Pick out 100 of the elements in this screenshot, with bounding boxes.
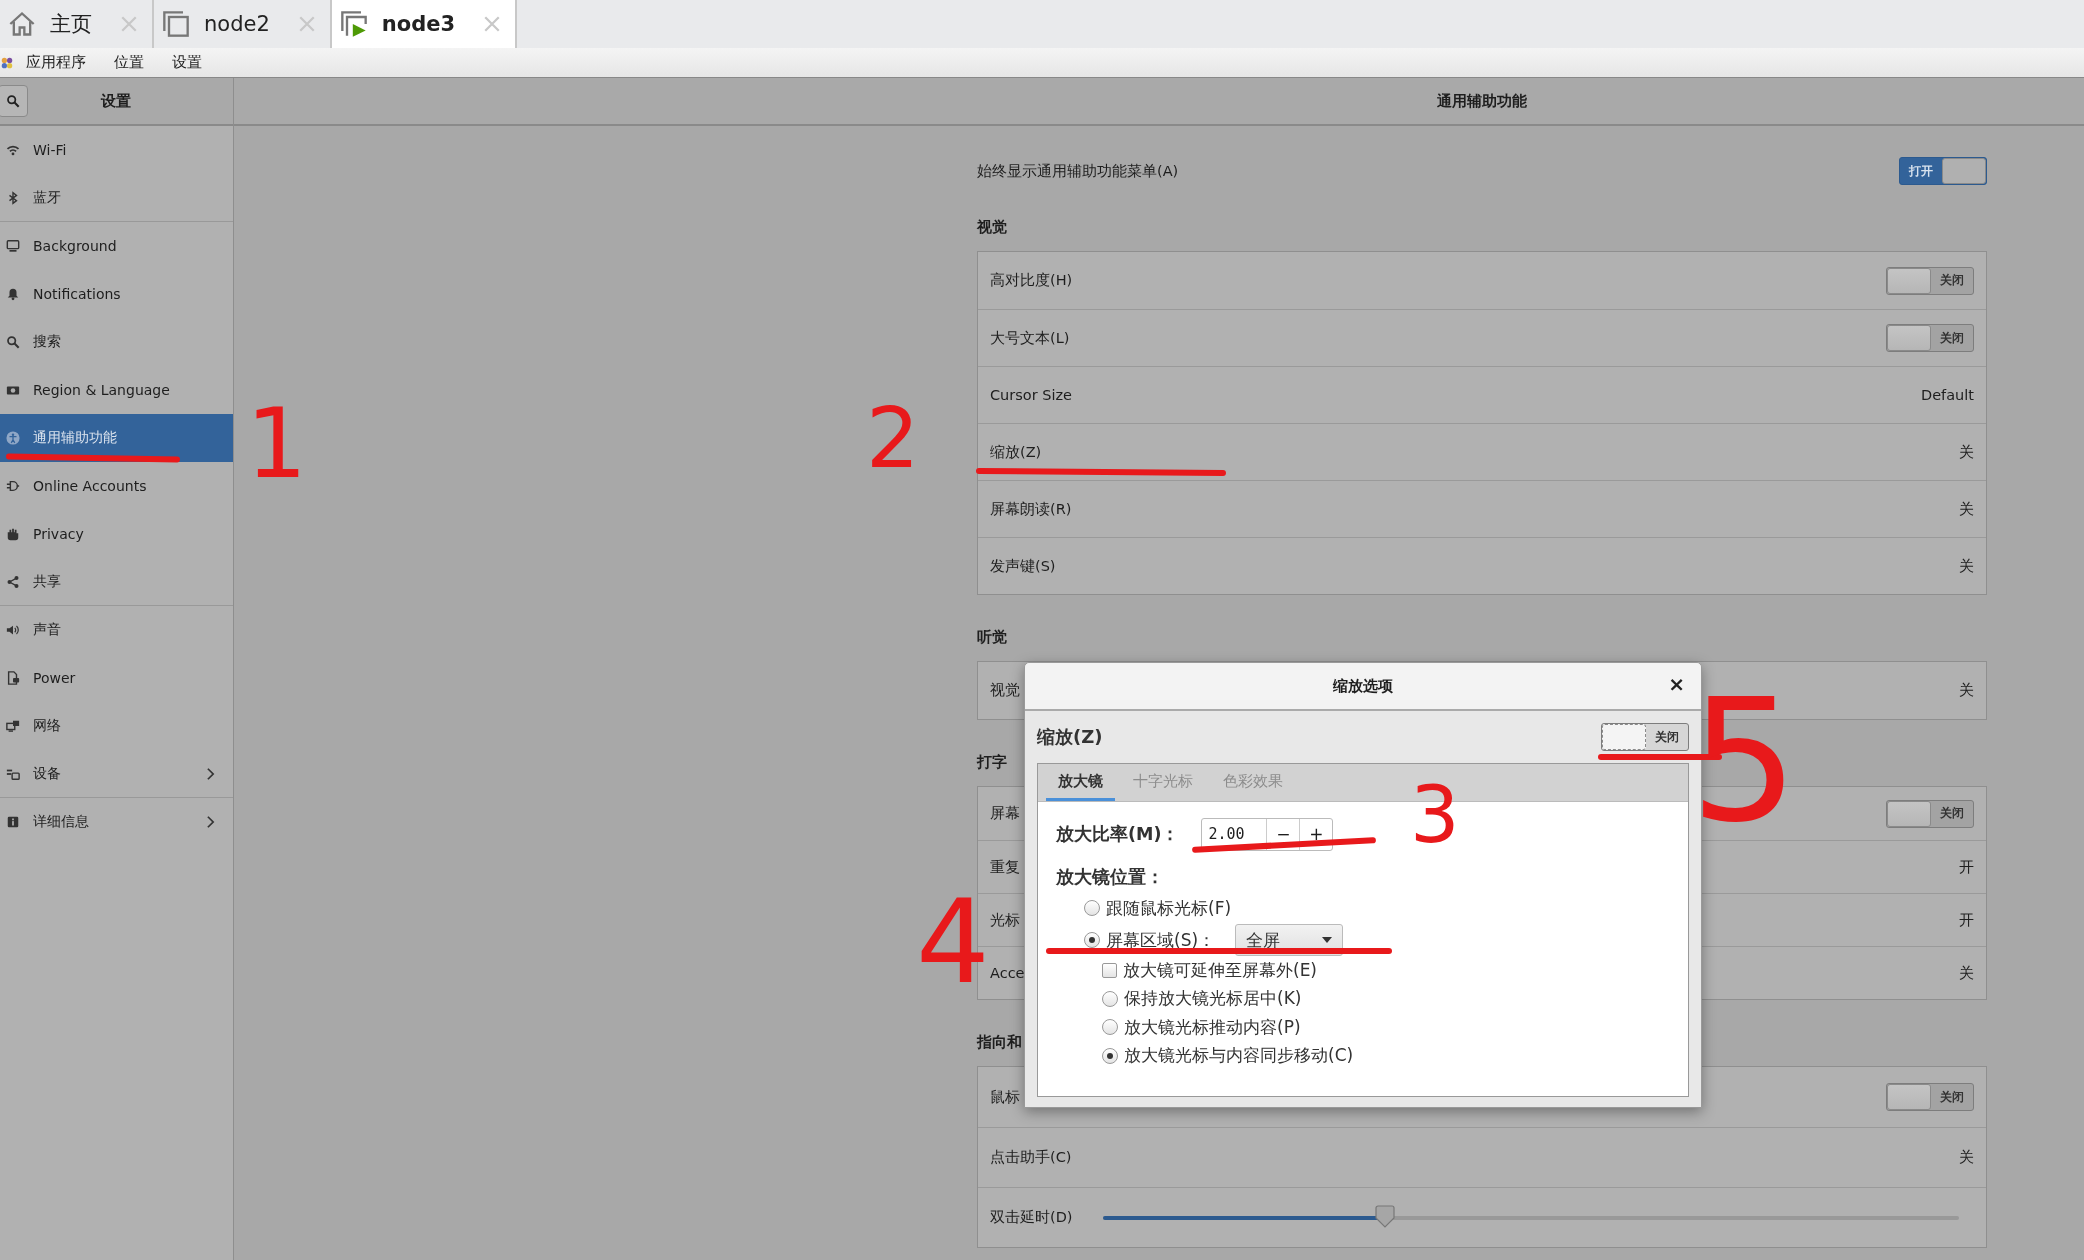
sidebar-item[interactable]: 详细信息 bbox=[0, 798, 233, 846]
toggle-switch[interactable]: 关闭 bbox=[1886, 1083, 1974, 1111]
setting-value: 关 bbox=[1959, 442, 1974, 462]
wifi-icon bbox=[6, 143, 20, 157]
sidebar-item[interactable]: Region & Language bbox=[0, 366, 233, 414]
option-label: 放大镜光标推动内容(P) bbox=[1124, 1015, 1301, 1039]
setting-label: 重复 bbox=[990, 857, 1020, 877]
bluetooth-icon bbox=[6, 190, 20, 205]
option-label: 保持放大镜光标居中(K) bbox=[1124, 987, 1302, 1011]
toggle-switch[interactable]: 关闭 bbox=[1886, 324, 1974, 352]
setting-label: 发声键(S) bbox=[990, 556, 1056, 576]
browser-tab[interactable]: node3 bbox=[331, 0, 518, 48]
tab-label: 主页 bbox=[50, 11, 92, 38]
setting-value: 关 bbox=[1959, 499, 1974, 519]
speaker-icon bbox=[6, 623, 20, 637]
annotation-number: 2 bbox=[866, 396, 920, 480]
radio-button[interactable] bbox=[1102, 990, 1118, 1007]
chevron-right-icon bbox=[206, 815, 215, 829]
search-icon bbox=[6, 94, 20, 108]
menu-item[interactable]: 设置 bbox=[168, 53, 206, 72]
toggle-switch[interactable]: 关闭 bbox=[1886, 266, 1974, 295]
sidebar-item[interactable]: 搜索 bbox=[0, 318, 233, 366]
search-icon bbox=[6, 335, 20, 349]
setting-label: 缩放(Z) bbox=[990, 442, 1042, 462]
annotation-number: 1 bbox=[246, 396, 308, 492]
slider-thumb[interactable] bbox=[1374, 1204, 1397, 1229]
section-title: 打字 bbox=[977, 753, 1007, 772]
sidebar-item[interactable]: Background bbox=[0, 222, 233, 270]
copy-icon bbox=[162, 10, 190, 38]
group-label: 放大镜位置： bbox=[1056, 866, 1165, 889]
setting-value: 开 bbox=[1959, 857, 1974, 877]
section-title: 指向和 bbox=[977, 1033, 1022, 1052]
checkbox[interactable] bbox=[1102, 962, 1117, 978]
setting-label: 视觉 bbox=[990, 681, 1020, 700]
sidebar-item[interactable]: 声音 bbox=[0, 606, 233, 654]
setting-label: 光标 bbox=[990, 910, 1020, 930]
sidebar-item[interactable]: Wi-Fi bbox=[0, 126, 233, 174]
option-label: 放大镜光标与内容同步移动(C) bbox=[1124, 1044, 1354, 1068]
setting-label: 高对比度(H) bbox=[990, 271, 1073, 290]
accessibility-icon bbox=[6, 431, 20, 445]
close-button[interactable]: × bbox=[1662, 672, 1691, 696]
sidebar-title: 设置 bbox=[99, 91, 132, 111]
section-title: 听觉 bbox=[977, 628, 1007, 647]
close-icon[interactable] bbox=[483, 15, 502, 33]
setting-value: 关 bbox=[1959, 1148, 1974, 1167]
plug-icon bbox=[6, 479, 20, 493]
menu-item[interactable]: 应用程序 bbox=[22, 53, 90, 72]
option-label: 放大镜可延伸至屏幕外(E) bbox=[1123, 958, 1317, 982]
tab-label: node2 bbox=[204, 12, 270, 36]
dialog-title: 缩放选项 bbox=[1333, 676, 1393, 696]
tab-label: node3 bbox=[381, 12, 456, 36]
share-icon bbox=[6, 574, 20, 589]
apps-icon[interactable] bbox=[0, 55, 14, 70]
info-icon bbox=[6, 815, 20, 829]
sidebar-item[interactable]: Notifications bbox=[0, 270, 233, 318]
setting-label: 双击延时(D) bbox=[990, 1208, 1073, 1227]
home-icon bbox=[8, 10, 36, 38]
setting-label: 始终显示通用辅助功能菜单(A) bbox=[977, 161, 1179, 181]
setting-label: 大号文本(L) bbox=[990, 328, 1070, 348]
close-icon[interactable] bbox=[120, 15, 138, 33]
option-label: 屏幕区域(S)： bbox=[1106, 928, 1216, 952]
sidebar-item[interactable]: 网络 bbox=[0, 702, 233, 750]
bell-icon bbox=[6, 287, 20, 301]
sidebar-item[interactable]: Privacy bbox=[0, 510, 233, 558]
caret-icon bbox=[1322, 937, 1333, 943]
setting-label: 屏幕朗读(R) bbox=[990, 499, 1072, 519]
menu-item[interactable]: 位置 bbox=[110, 53, 148, 72]
tab[interactable]: 放大镜 bbox=[1046, 764, 1115, 801]
toggle-switch[interactable]: 打开 bbox=[1899, 157, 1987, 185]
setting-value: 关 bbox=[1959, 681, 1974, 700]
sidebar-item[interactable]: Power bbox=[0, 654, 233, 702]
radio-button[interactable] bbox=[1084, 900, 1100, 916]
monitor-icon bbox=[6, 239, 20, 253]
plug-battery-icon bbox=[6, 671, 20, 685]
toggle-switch[interactable]: 关闭 bbox=[1601, 723, 1689, 751]
network-icon bbox=[6, 719, 20, 733]
sidebar-item[interactable]: 蓝牙 bbox=[0, 174, 233, 222]
radio-button[interactable] bbox=[1084, 932, 1100, 948]
sidebar-item[interactable]: Online Accounts bbox=[0, 462, 233, 510]
radio-button[interactable] bbox=[1102, 1047, 1118, 1064]
hand-icon bbox=[6, 527, 20, 541]
setting-value: 关 bbox=[1959, 963, 1974, 983]
sidebar-item[interactable]: 设备 bbox=[0, 750, 233, 798]
annotation-number: 3 bbox=[1410, 776, 1460, 854]
setting-label: Acce bbox=[990, 965, 1025, 981]
field-label: 放大比率(M)： bbox=[1056, 823, 1180, 846]
setting-label: Cursor Size bbox=[990, 387, 1073, 403]
dialog-heading: 缩放(Z) bbox=[1037, 725, 1103, 749]
chevron-right-icon bbox=[206, 766, 215, 781]
setting-value: 开 bbox=[1959, 910, 1974, 930]
close-icon[interactable] bbox=[297, 15, 316, 33]
annotation-number: 4 bbox=[916, 884, 990, 1000]
toggle-switch[interactable]: 关闭 bbox=[1886, 799, 1974, 828]
search-button[interactable] bbox=[0, 85, 28, 117]
sidebar-item[interactable]: 通用辅助功能 bbox=[0, 414, 233, 462]
setting-label: 屏幕 bbox=[990, 804, 1020, 823]
radio-button[interactable] bbox=[1102, 1019, 1118, 1036]
option-label: 跟随鼠标光标(F) bbox=[1106, 896, 1232, 920]
section-title: 视觉 bbox=[977, 218, 1007, 237]
sidebar-item[interactable]: 共享 bbox=[0, 558, 233, 606]
